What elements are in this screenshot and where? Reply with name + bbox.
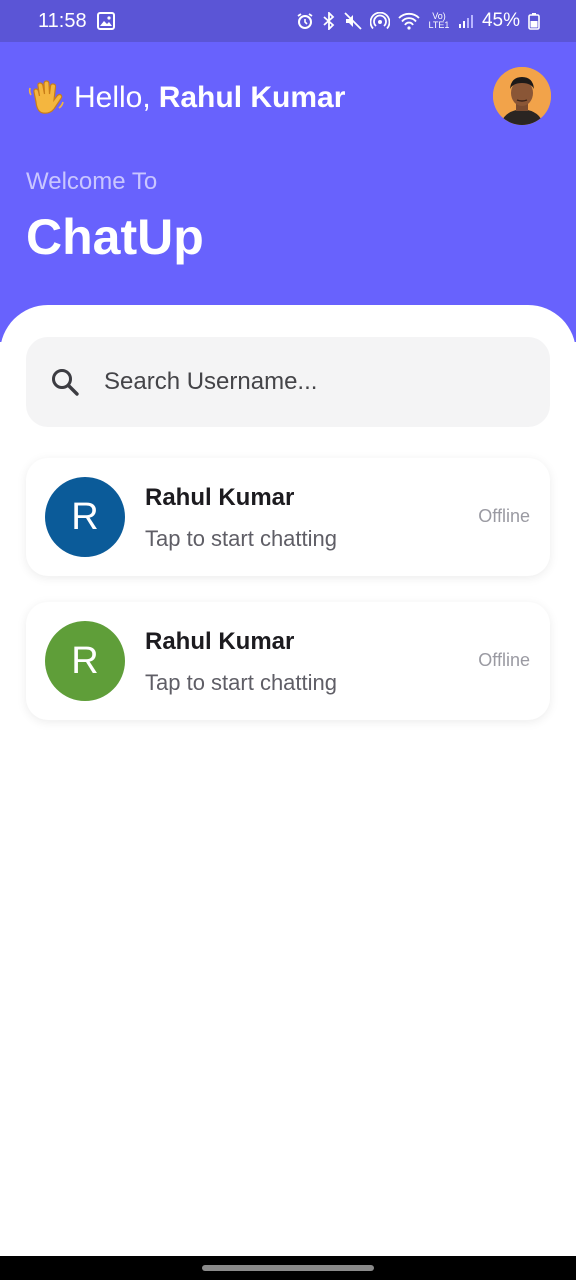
- user-avatar-initial: R: [71, 639, 99, 682]
- user-avatar: R: [45, 477, 125, 557]
- user-list-item[interactable]: R Rahul Kumar Tap to start chatting Offl…: [26, 458, 550, 576]
- home-gesture-handle[interactable]: [202, 1265, 374, 1271]
- status-time: 11:58: [38, 9, 87, 32]
- app-title: ChatUp: [26, 209, 204, 265]
- user-name: Rahul Kumar: [145, 628, 295, 655]
- hotspot-icon: [369, 12, 390, 30]
- battery-icon: [528, 12, 540, 30]
- chat-home-screen: 11:58 Vo) LTE1 45% Hello, Rahul Kumar We…: [0, 0, 576, 1280]
- battery-percent: 45%: [481, 10, 520, 31]
- greeting: Hello, Rahul Kumar: [26, 78, 345, 118]
- waving-hand-icon: [26, 78, 66, 118]
- user-name: Rahul Kumar: [145, 484, 295, 511]
- greeting-prefix: Hello,: [74, 81, 151, 114]
- greeting-user-name: Rahul Kumar: [158, 81, 346, 114]
- search-input[interactable]: [104, 368, 504, 396]
- alarm-icon: [296, 12, 314, 30]
- user-status: Offline: [478, 650, 530, 670]
- gallery-icon: [96, 12, 115, 30]
- search-bar[interactable]: [26, 337, 550, 427]
- user-subtitle: Tap to start chatting: [145, 670, 337, 695]
- user-list-item[interactable]: R Rahul Kumar Tap to start chatting Offl…: [26, 602, 550, 720]
- user-avatar-initial: R: [71, 495, 99, 538]
- mute-icon: [344, 12, 362, 30]
- content-sheet: R Rahul Kumar Tap to start chatting Offl…: [0, 305, 576, 1280]
- user-status: Offline: [478, 506, 530, 526]
- header: Hello, Rahul Kumar Welcome To ChatUp: [0, 42, 576, 342]
- navigation-bar: [0, 1256, 576, 1280]
- status-bar: 11:58 Vo) LTE1 45%: [0, 0, 576, 42]
- search-icon: [50, 367, 80, 397]
- wifi-icon: [398, 12, 420, 30]
- profile-avatar[interactable]: [493, 67, 551, 125]
- user-subtitle: Tap to start chatting: [145, 526, 337, 551]
- lte-icon: Vo) LTE1: [428, 11, 450, 30]
- user-avatar: R: [45, 621, 125, 701]
- bluetooth-icon: [322, 12, 336, 30]
- status-right: Vo) LTE1 45%: [296, 10, 540, 32]
- signal-icon: [458, 13, 474, 29]
- welcome-label: Welcome To: [26, 168, 158, 195]
- status-left: 11:58: [38, 10, 115, 33]
